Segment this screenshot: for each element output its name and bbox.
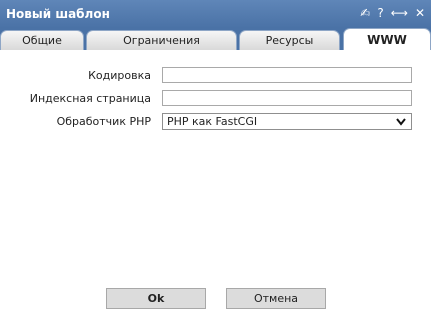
chevron-down-icon — [396, 118, 406, 126]
php-handler-value: PHP как FastCGI — [167, 115, 258, 128]
tab-general[interactable]: Общие — [0, 30, 84, 50]
encoding-input[interactable] — [162, 67, 412, 83]
tab-bar: Общие Ограничения Ресурсы WWW — [0, 28, 431, 50]
pin-icon[interactable]: ✍ — [360, 6, 370, 20]
ok-button[interactable]: Ok — [106, 288, 206, 309]
window-title: Новый шаблон — [6, 7, 110, 21]
index-page-label: Индексная страница — [29, 92, 151, 105]
title-tools: ✍ ? ⟷ ✕ — [360, 6, 425, 20]
cancel-button[interactable]: Отмена — [226, 288, 326, 309]
window-titlebar: Новый шаблон ✍ ? ⟷ ✕ — [0, 0, 431, 28]
tab-resources[interactable]: Ресурсы — [239, 30, 340, 50]
php-handler-label: Обработчик PHP — [56, 115, 151, 128]
encoding-row: Кодировка — [0, 67, 431, 85]
php-handler-row: Обработчик PHP PHP как FastCGI — [0, 113, 431, 131]
close-icon[interactable]: ✕ — [415, 6, 425, 20]
tab-limits[interactable]: Ограничения — [86, 30, 237, 50]
index-page-row: Индексная страница — [0, 90, 431, 108]
resize-icon[interactable]: ⟷ — [391, 6, 408, 20]
php-handler-select[interactable]: PHP как FastCGI — [162, 113, 412, 130]
help-icon[interactable]: ? — [377, 6, 383, 20]
index-page-input[interactable] — [162, 90, 412, 106]
encoding-label: Кодировка — [88, 69, 151, 82]
tab-www[interactable]: WWW — [343, 28, 431, 50]
